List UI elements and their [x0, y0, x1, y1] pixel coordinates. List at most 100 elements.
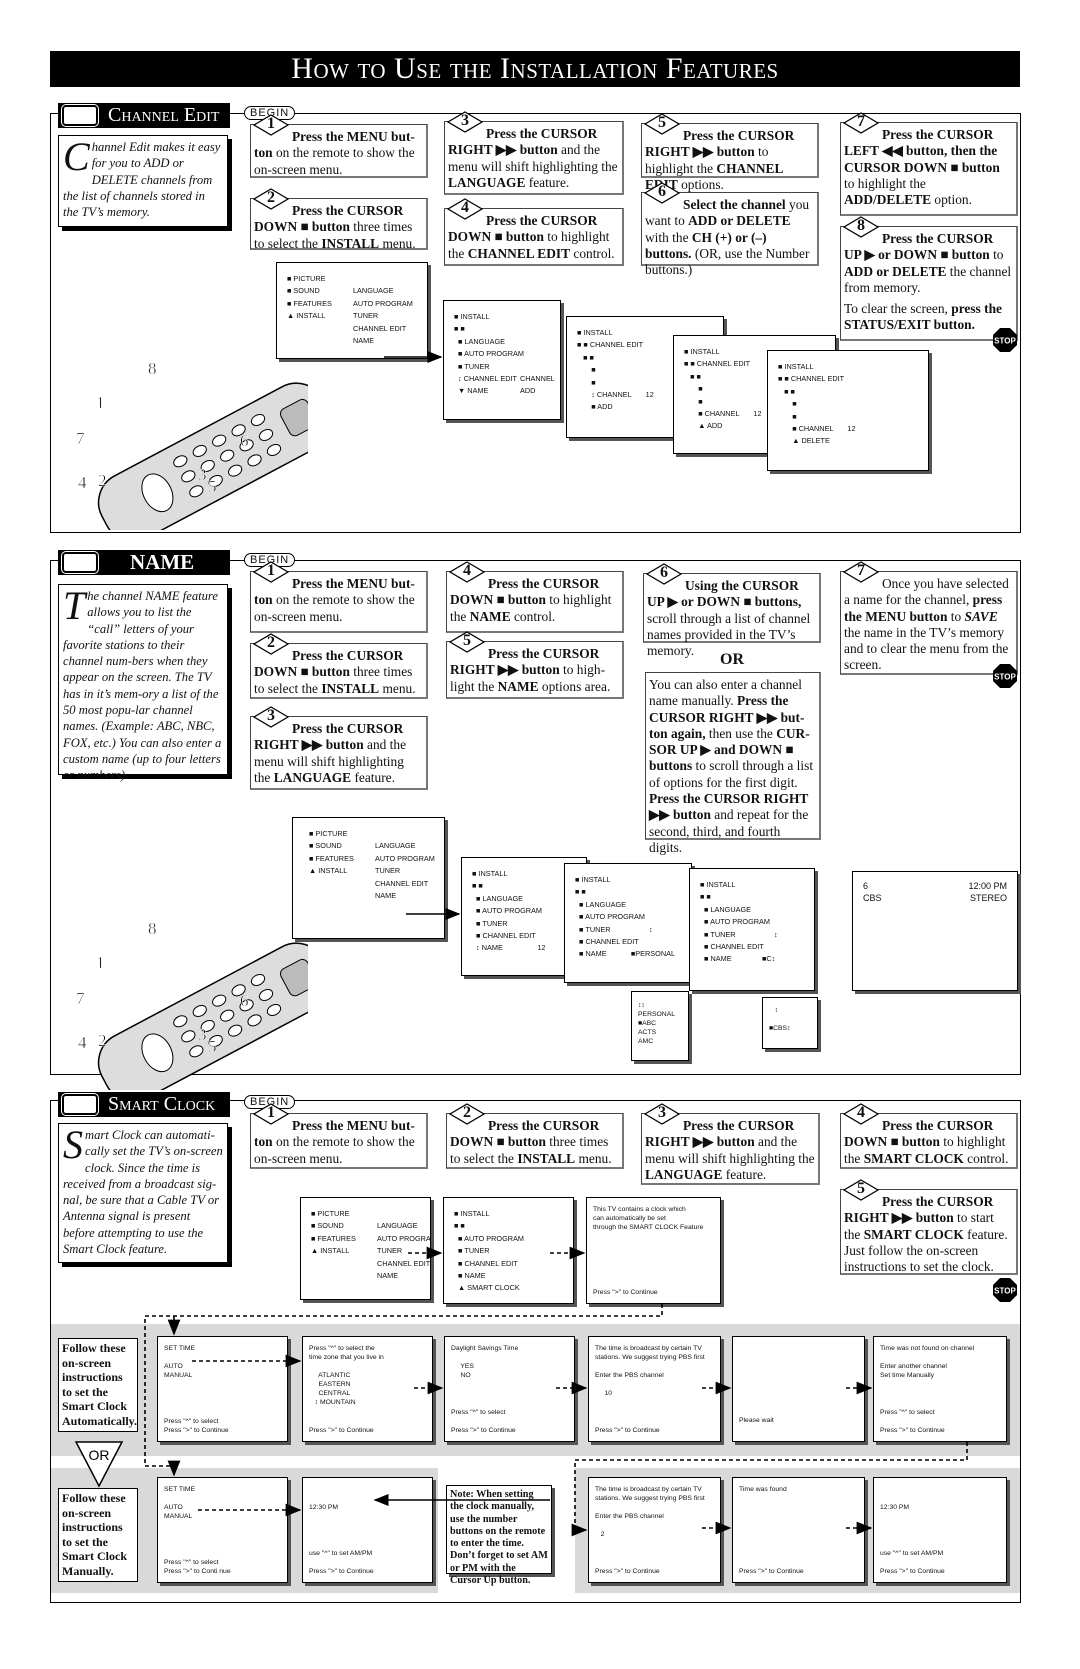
text-segment: Press the CURSOR LEFT ◀◀ button, then th… [844, 127, 1000, 175]
step-number: 7 [857, 113, 865, 130]
screen-line: ■ AUTO PROGRAM [575, 911, 683, 923]
screen-line-label: AMC [638, 1038, 654, 1045]
screen-line-label: ■ INSTALL [575, 875, 611, 884]
screen-line-label: The time is broadcast by certain TV [595, 1486, 702, 1493]
tv-audio-mode: STEREO [969, 893, 1007, 903]
text-segment: NAME [469, 608, 511, 624]
screen-line: Press "^" to select [164, 1558, 231, 1567]
screen-line: ■ [778, 411, 920, 423]
screen-line-label: ■ ■ CHANNEL EDIT [684, 359, 751, 369]
screen-line-label: Enter another channel [880, 1363, 947, 1370]
screen-line: Please wait [739, 1416, 858, 1425]
step-number: 3 [461, 112, 469, 129]
step-number: 5 [658, 114, 666, 131]
name-heading: NAME [58, 550, 230, 575]
step-2: 2 Press the CURSOR DOWN ■ button three ti… [446, 1103, 624, 1169]
screen-line-value: LANGUAGE [375, 841, 416, 851]
text-segment: CHANNEL EDIT [467, 245, 571, 261]
screen-line: Press ">" to Continue [595, 1426, 660, 1435]
screen-footer: Press "^" to select Press ">" to Continue [164, 1417, 229, 1435]
screen-line-label: stations. We suggest trying PBS first [595, 1354, 705, 1361]
screen-line: AUTO [164, 1503, 281, 1512]
screen-line-label: ■ PICTURE [287, 274, 326, 283]
text-segment: LANGUAGE [273, 769, 352, 785]
step-number: 7 [857, 562, 865, 579]
screen-line-value: TUNER [375, 866, 401, 876]
step-text: Press the MENU but-ton on the remote to … [254, 1118, 423, 1167]
screen-line-label: ■ LANGUAGE [454, 336, 506, 346]
step-text: Press the CURSOR DOWN ■ button three tim… [254, 203, 423, 252]
text-segment: ADD/DELETE [844, 192, 932, 208]
screen-line-label: ■ ■ [454, 1221, 465, 1231]
auto-daylight-savings-screen: Daylight Savings Time YES NO Press "^" to… [444, 1336, 575, 1442]
screen-line-label: Press "^" to select [164, 1418, 219, 1425]
screen-line-label: ■ AUTO PROGRAM [575, 912, 645, 922]
screen-line-label: Press ">" to Continue [880, 1427, 945, 1434]
remote-callout-number: 2 [98, 471, 107, 490]
or-label: OR [720, 651, 744, 668]
screen-line-label: ■ CHANNEL EDIT [472, 930, 536, 940]
step-text: Press the CURSOR RIGHT ▶▶ button to star… [844, 1194, 1013, 1275]
menu-screen-name-options: ■ INSTALL ■ ■ ■ LANGUAGE ■ AUTO PROGRAM ■… [564, 863, 692, 983]
menu-screen-install: ■ INSTALL ■ ■ ■ AUTO PROGRAM ■ TUNER ■ CH… [443, 1197, 574, 1304]
screen-line [309, 1485, 426, 1494]
screen-line-value: CHANNEL EDIT [353, 323, 407, 333]
screen-line: MANUAL [164, 1512, 281, 1521]
step-number-badge: 5 [644, 113, 680, 135]
text-segment: INSTALL [321, 680, 380, 696]
screen-line: ■ LANGUAGE [454, 336, 552, 348]
screen-line: Press ">" to Continue [451, 1426, 516, 1435]
screen-line [451, 1353, 568, 1362]
step-number-badge: 8 [843, 216, 879, 238]
screen-line-label: Press ">" to Continue [309, 1568, 374, 1575]
screen-line: ■ NAME ■PERSONAL [575, 948, 683, 960]
step-extra-text: To clear the screen, press the STATUS/EX… [844, 301, 1013, 334]
screen-line-label: ■ NAME ■C↕ [700, 954, 776, 964]
manual-clock-note: Note: When setting the clock manually, u… [446, 1485, 552, 1586]
screen-line-label: Press ">" to Continue [164, 1427, 229, 1434]
screen-line: ■ FEATURES AUTO PROGRAM [287, 298, 419, 310]
step-3: 3 Press the CURSOR RIGHT ▶▶ button and th… [641, 1103, 820, 1185]
step-text: Press the CURSOR RIGHT ▶▶ button and the… [254, 721, 423, 786]
screen-line: ↕ NAME 12 [472, 942, 578, 954]
text-segment: SAVE [964, 608, 998, 624]
text-segment: menu. [575, 1150, 612, 1166]
screen-line-value: NAME [375, 890, 397, 900]
screen-line: ▼ NAME ADD [454, 385, 552, 397]
remote-callout-number: 4 [78, 473, 87, 492]
step-number-badge: 3 [447, 111, 483, 133]
step-number: 2 [267, 189, 275, 206]
text-segment: SMART CLOCK [863, 1226, 964, 1242]
screen-line: ▲ INSTALL TUNER [287, 310, 419, 322]
screen-line-value: NAME [353, 335, 375, 345]
screen-line: through the SMART CLOCK Feature [593, 1223, 714, 1232]
screen-line: Set time Manually [880, 1371, 1000, 1380]
screen-line [880, 1417, 945, 1426]
screen-line: ■ INSTALL [700, 879, 806, 891]
step-2: 2 Press the CURSOR DOWN ■ button three ti… [250, 633, 428, 699]
manual-set-time-screen: SET TIME AUTO MANUAL Press "^" to select Pre… [157, 1477, 288, 1583]
screen-line-label: ■ TUNER ↕ [700, 929, 778, 939]
screen-footer: Press ">" to Continue [595, 1567, 660, 1576]
text-segment: Select the channel [683, 197, 786, 212]
screen-line-label: ■ ■ [577, 352, 594, 362]
text-segment: options area. [538, 678, 611, 694]
screen-line: ■ LANGUAGE [472, 893, 578, 905]
screen-line-label: YES [451, 1363, 474, 1370]
screen-line-label: ■ CHANNEL 12 [778, 423, 856, 433]
step-number-badge: 7 [843, 112, 879, 134]
step-4: 4 Press the CURSOR DOWN ■ button to highl… [446, 561, 624, 633]
text-segment: on the remote to show the on-screen menu… [254, 1134, 415, 1166]
text-segment: control. [963, 1150, 1009, 1166]
screen-line-label: ■ NAME ■PERSONAL [575, 949, 676, 959]
remote-callout-number: 1 [96, 393, 105, 412]
screen-line-label: ↕ [769, 1007, 779, 1014]
screen-line-label: can automatically be set [593, 1215, 666, 1222]
step-number: 4 [461, 199, 469, 216]
remote-callout-number: 8 [148, 919, 157, 938]
screen-line [164, 1353, 281, 1362]
screen-line-label: ■ INSTALL [577, 328, 613, 337]
step-text: Using the CURSOR UP ▶ or DOWN ■ buttons,… [647, 578, 816, 659]
screen-line-label: MANUAL [164, 1372, 193, 1379]
screen-footer: Press ">" to Continue [309, 1426, 374, 1435]
